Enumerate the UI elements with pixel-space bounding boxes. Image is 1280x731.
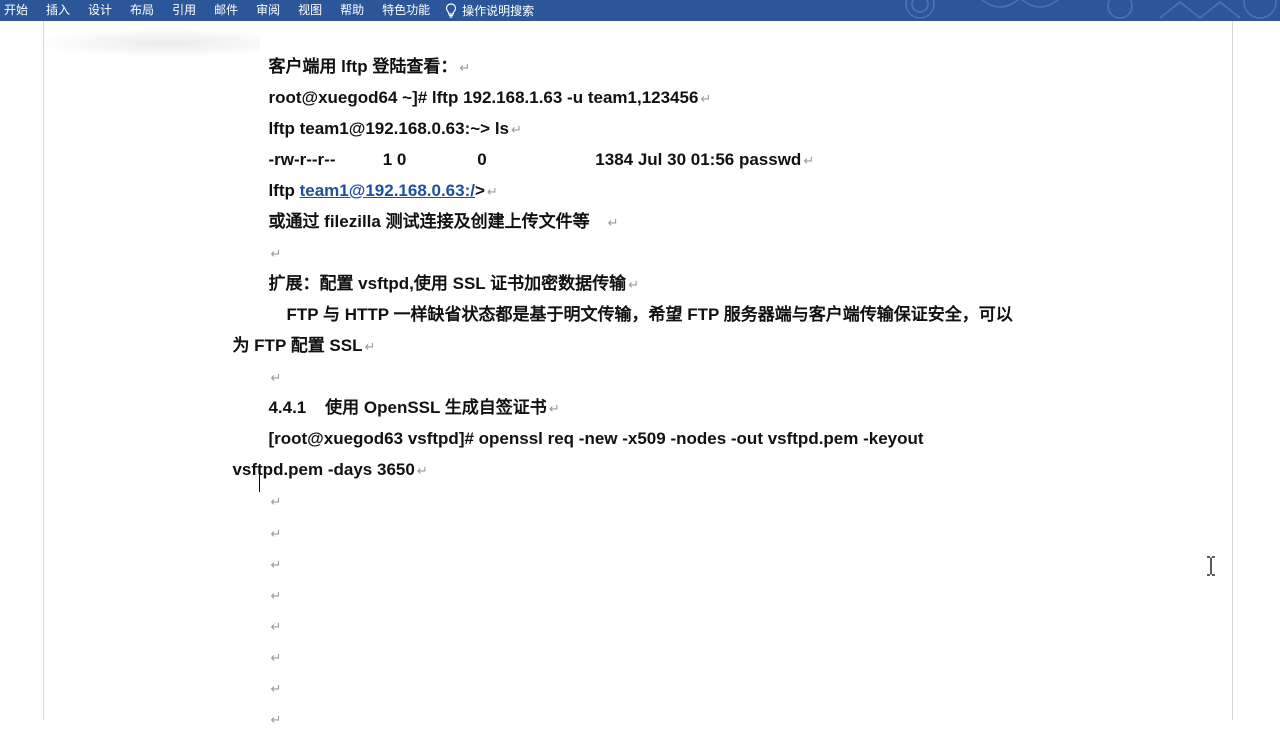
tab-special-features[interactable]: 特色功能	[373, 0, 439, 21]
doc-line-14: vsftpd.pem -days 3650 ↵	[223, 437, 428, 482]
tab-mailings[interactable]: 邮件	[205, 0, 247, 21]
paragraph-mark: ↵	[416, 463, 428, 478]
tab-layout[interactable]: 布局	[121, 0, 163, 21]
doc-line-9: FTP 与 HTTP 一样缺省状态都是基于明文传输，希望 FTP 服务器端与客户…	[277, 282, 1013, 326]
paragraph-mark: ↵	[607, 215, 619, 230]
line-text: FTP 与 HTTP 一样缺省状态都是基于明文传输，希望 FTP 服务器端与客户…	[286, 305, 1013, 324]
line-text: 为 FTP 配置 SSL	[232, 336, 363, 355]
tab-review[interactable]: 审阅	[247, 0, 289, 21]
page-margin-left	[43, 21, 44, 720]
lightbulb-icon	[446, 3, 457, 18]
ibeam-cursor-icon	[1207, 556, 1215, 576]
tab-insert[interactable]: 插入	[37, 0, 79, 21]
tab-view[interactable]: 视图	[289, 0, 331, 21]
document-page[interactable]	[0, 21, 1280, 720]
tab-help[interactable]: 帮助	[331, 0, 373, 21]
tab-home[interactable]: 开始	[0, 0, 37, 21]
smudge-mark	[30, 28, 260, 58]
doc-line-6: 或通过 filezilla 测试连接及创建上传文件等 ↵	[259, 189, 619, 234]
paragraph-mark: ↵	[364, 339, 376, 354]
tab-references[interactable]: 引用	[163, 0, 205, 21]
page-margin-right	[1232, 21, 1233, 720]
tab-design[interactable]: 设计	[79, 0, 121, 21]
paragraph-mark: ↵	[803, 153, 815, 168]
doc-line-22-empty: ↵	[259, 686, 281, 731]
ribbon-decoration	[905, 0, 1277, 19]
paragraph-mark: ↵	[700, 91, 712, 106]
doc-line-10: 为 FTP 配置 SSL ↵	[223, 313, 375, 358]
line-text: 或通过 filezilla 测试连接及创建上传文件等	[268, 212, 590, 231]
ribbon-tab-bar: 开始 插入 设计 布局 引用 邮件 审阅 视图 帮助 特色功能 操作说明搜索	[0, 0, 1280, 21]
tell-me-label: 操作说明搜索	[462, 4, 535, 18]
tell-me-search[interactable]: 操作说明搜索	[439, 2, 534, 19]
text-caret	[259, 466, 260, 492]
